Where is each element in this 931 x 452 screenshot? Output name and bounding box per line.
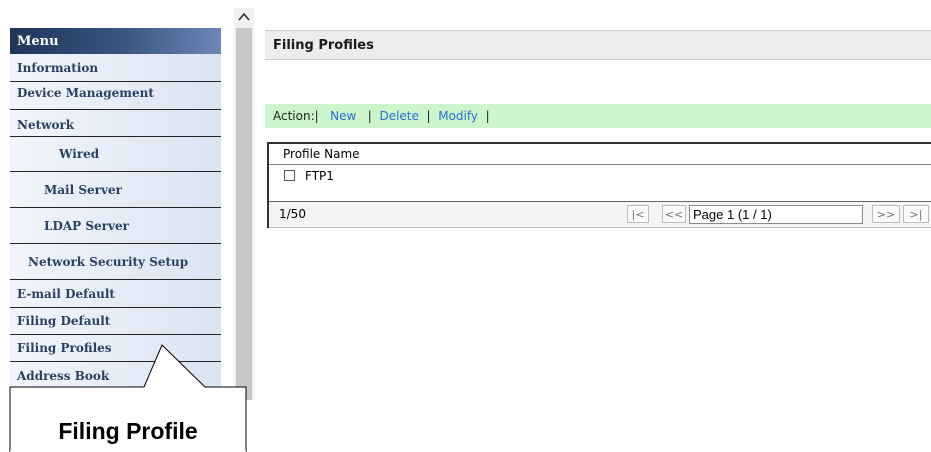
action-prefix: Action:| — [273, 109, 319, 123]
sidebar-item-address-book[interactable]: Address Book — [10, 362, 221, 390]
column-header-profile-name[interactable]: Profile Name — [283, 147, 360, 161]
last-page-button[interactable]: >| — [903, 205, 929, 223]
sidebar-item-network[interactable]: Network — [10, 110, 221, 137]
sidebar-item-label: Device Management — [17, 85, 154, 100]
sidebar-item-label: Information — [17, 60, 99, 75]
sidebar-item-mail-server[interactable]: Mail Server — [10, 172, 221, 208]
sidebar-item-ldap-server[interactable]: LDAP Server — [10, 208, 221, 244]
sidebar-item-network-security-setup[interactable]: Network Security Setup — [10, 244, 221, 280]
action-separator: | — [485, 109, 490, 123]
page-title: Filing Profiles — [265, 30, 931, 60]
sidebar-item-label: Wired — [59, 147, 100, 161]
sidebar-item-label: Filing Profiles — [17, 341, 112, 355]
sidebar-item-label: Address Book — [17, 368, 110, 383]
scroll-thumb[interactable] — [236, 28, 252, 400]
sidebar-item-wired[interactable]: Wired — [10, 137, 221, 172]
sidebar-item-label: Filing Default — [17, 314, 111, 328]
sidebar-item-label: LDAP Server — [44, 218, 129, 233]
profiles-table: Profile Name FTP1 1/50 |< << Page 1 (1 /… — [267, 142, 931, 228]
page-count: 1/50 — [279, 207, 306, 221]
modify-button[interactable]: Modify — [438, 109, 478, 123]
delete-button[interactable]: Delete — [379, 109, 418, 123]
sidebar-scrollbar[interactable] — [234, 8, 254, 400]
profile-name-cell[interactable]: FTP1 — [305, 169, 334, 183]
sidebar-item-label: E-mail Default — [17, 286, 115, 301]
sidebar-item-information[interactable]: Information — [10, 54, 221, 82]
action-bar: Action:| New | Delete | Modify | — [265, 104, 931, 128]
table-row[interactable]: FTP1 — [269, 165, 931, 187]
sidebar-item-filing-profiles[interactable]: Filing Profiles — [10, 335, 221, 362]
row-checkbox[interactable] — [284, 170, 295, 181]
new-button[interactable]: New — [330, 109, 356, 123]
page-field[interactable]: Page 1 (1 / 1) — [689, 205, 863, 224]
chevron-up-icon[interactable] — [234, 8, 254, 26]
next-page-button[interactable]: >> — [872, 205, 900, 223]
sidebar-item-label: Network Security Setup — [28, 254, 189, 269]
sidebar-menu: Menu Information Device Management Netwo… — [10, 28, 221, 400]
sidebar-item-label: Network — [17, 118, 75, 132]
first-page-button[interactable]: |< — [627, 205, 649, 223]
sidebar-item-label: Mail Server — [44, 182, 122, 197]
callout-label: Filing Profile — [58, 418, 198, 444]
sidebar-item-email-default[interactable]: E-mail Default — [10, 280, 221, 308]
sidebar-item-device-management[interactable]: Device Management — [10, 82, 221, 110]
pagination-bar: 1/50 |< << Page 1 (1 / 1) >> >| — [269, 201, 931, 228]
menu-header: Menu — [10, 28, 221, 54]
sidebar-item-filing-default[interactable]: Filing Default — [10, 308, 221, 335]
prev-page-button[interactable]: << — [662, 205, 686, 223]
table-header-row: Profile Name — [269, 144, 931, 165]
